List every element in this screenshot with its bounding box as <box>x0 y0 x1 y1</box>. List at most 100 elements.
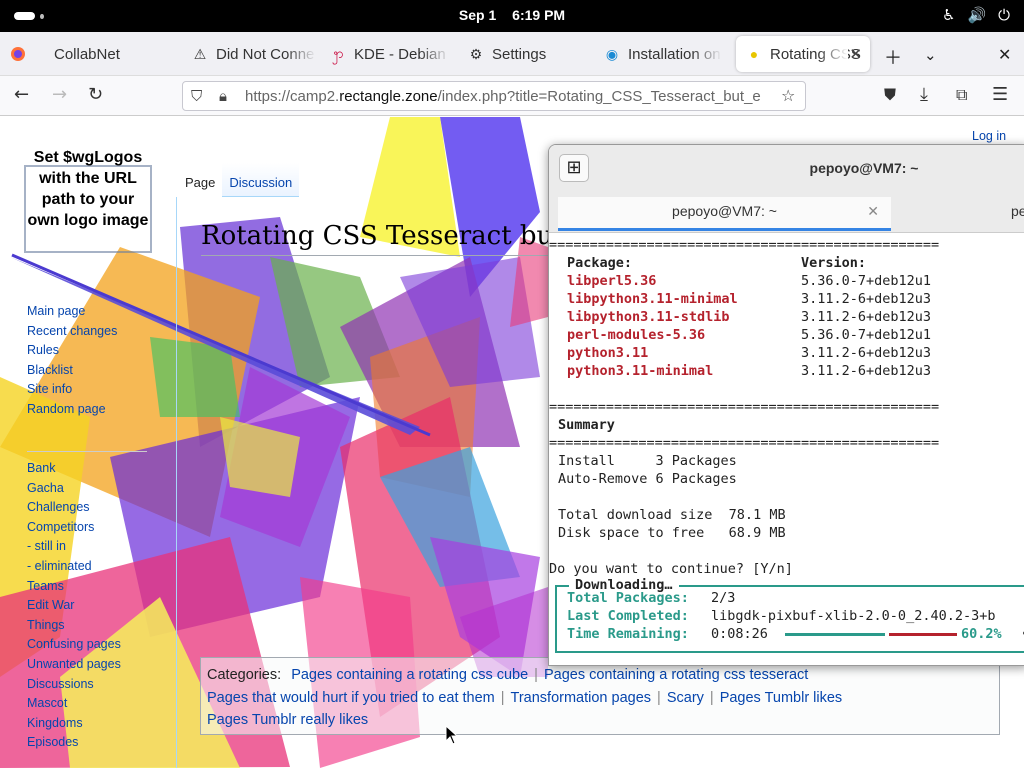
favicon-icon: ● <box>749 46 759 62</box>
separator-line: ========================================… <box>549 399 940 415</box>
sidebar-item-eliminated[interactable]: - eliminated <box>27 557 121 577</box>
sidebar-item-edit-war[interactable]: Edit War <box>27 596 121 616</box>
terminal-output[interactable]: ========================================… <box>549 234 1024 665</box>
package-name: perl-modules-5.36 <box>567 327 706 343</box>
tab-settings[interactable]: ⚙ Settings <box>468 36 588 72</box>
disk-space: Disk space to free 68.9 MB <box>558 525 786 541</box>
sidebar-item-site-info[interactable]: Site info <box>27 380 117 400</box>
package-version: 3.11.2-6+deb12u3 <box>801 291 932 307</box>
url-prefix: https://camp2. <box>245 88 340 105</box>
logo-text: Set $wgLogos with the URL path to your o… <box>27 149 149 229</box>
category-link[interactable]: Pages Tumblr likes <box>720 690 843 706</box>
category-link[interactable]: Pages Tumblr really likes <box>207 712 368 728</box>
tab-page[interactable]: Page <box>178 163 223 197</box>
url-text[interactable]: https://camp2.rectangle.zone/index.php?t… <box>245 88 770 105</box>
sidebar-item-competitors[interactable]: Competitors <box>27 518 121 538</box>
tab-list-chevron-down-icon[interactable]: ⌄ <box>924 46 937 64</box>
category-box: Categories: Pages containing a rotating … <box>200 657 1000 735</box>
sidebar-item-random-page[interactable]: Random page <box>27 400 117 420</box>
sidebar-item-recent-changes[interactable]: Recent changes <box>27 322 117 342</box>
firefox-icon <box>10 46 26 62</box>
url-domain: rectangle.zone <box>339 88 438 105</box>
package-name: libpython3.11-stdlib <box>567 309 730 325</box>
category-link[interactable]: Transformation pages <box>511 690 652 706</box>
globe-icon: ◉ <box>605 45 619 62</box>
firefox-menu[interactable] <box>10 36 30 72</box>
volume-icon[interactable]: 🔊 <box>967 6 986 24</box>
sidebar-item-still-in[interactable]: - still in <box>27 537 121 557</box>
downloads-icon[interactable]: ⤓ <box>920 84 928 105</box>
tab-rotating-css[interactable]: ● Rotating CSS ✕ <box>736 36 870 72</box>
tab-discussion[interactable]: Discussion <box>222 163 300 197</box>
package-version: 3.11.2-6+deb12u3 <box>801 309 932 325</box>
time-remaining-value: 0:08:26 <box>711 626 768 642</box>
system-tray[interactable]: ♿ 🔊 ⏻ <box>942 6 1010 24</box>
sidebar-item-blacklist[interactable]: Blacklist <box>27 361 117 381</box>
page-title: Rotating CSS Tesseract but ev <box>201 221 603 251</box>
sidebar-item-bank[interactable]: Bank <box>27 459 121 479</box>
package-name: libperl5.36 <box>567 273 657 289</box>
last-completed-value: libgdk-pixbuf-xlib-2.0-0_2.40.2-3+b <box>711 608 996 624</box>
tab-collabnet[interactable]: CollabNet <box>54 36 174 72</box>
time-remaining-label: Time Remaining: <box>567 626 689 642</box>
install-count: Install 3 Packages <box>558 453 737 469</box>
back-arrow-icon[interactable]: ← <box>14 84 29 105</box>
close-tab-icon[interactable]: ✕ <box>849 45 862 63</box>
hamburger-menu-icon[interactable]: ☰ <box>992 84 1008 105</box>
url-bar[interactable]: ⛉ 🔒︎ https://camp2.rectangle.zone/index.… <box>182 81 806 111</box>
total-packages-label: Total Packages: <box>567 590 689 606</box>
url-path: /index.php?title=Rotating_CSS_Tesseract_… <box>437 88 761 105</box>
tracking-shield-icon[interactable]: ⛉ <box>191 87 202 105</box>
new-tab-icon[interactable]: ＋ <box>884 44 902 70</box>
clock[interactable]: Sep 1 6:19 PM <box>0 7 1024 23</box>
version-header: Version: <box>801 255 867 271</box>
sidebar-item-challenges[interactable]: Challenges <box>27 498 121 518</box>
sidebar-item-kingdoms[interactable]: Kingdoms <box>27 714 121 734</box>
sidebar-item-gacha[interactable]: Gacha <box>27 479 121 499</box>
sidebar-divider <box>27 451 147 452</box>
terminal-window[interactable]: ⊞ pepoyo@VM7: ~ pepoyo@VM7: ~ ✕ pe =====… <box>548 144 1024 666</box>
terminal-title: pepoyo@VM7: ~ <box>809 160 919 176</box>
lock-icon[interactable]: 🔒︎ <box>219 87 227 105</box>
sidebar-item-main-page[interactable]: Main page <box>27 302 117 322</box>
terminal-headerbar[interactable]: ⊞ pepoyo@VM7: ~ <box>549 145 1024 191</box>
sidebar-item-rules[interactable]: Rules <box>27 341 117 361</box>
close-window-icon[interactable]: ✕ <box>998 45 1011 64</box>
terminal-tab-active[interactable]: pepoyo@VM7: ~ ✕ <box>558 197 891 231</box>
tab-did-not-connect[interactable]: ⚠ Did Not Conne <box>192 36 316 72</box>
category-link[interactable]: Scary <box>667 690 704 706</box>
content-border <box>176 197 177 768</box>
tab-label: CollabNet <box>54 45 120 63</box>
terminal-tab-second[interactable]: pe <box>1011 197 1024 225</box>
category-link[interactable]: Pages containing a rotating css tesserac… <box>544 667 808 683</box>
package-version: 5.36.0-7+deb12u1 <box>801 273 932 289</box>
sidebar-item-mascot[interactable]: Mascot <box>27 694 121 714</box>
sidebar-item-unwanted-pages[interactable]: Unwanted pages <box>27 655 121 675</box>
login-link[interactable]: Log in <box>972 129 1006 143</box>
sidebar-navigation: Main page Recent changes Rules Blacklist… <box>27 302 117 420</box>
forward-arrow-icon[interactable]: → <box>52 84 67 105</box>
category-link[interactable]: Pages that would hurt if you tried to ea… <box>207 690 495 706</box>
sidebar-item-discussions[interactable]: Discussions <box>27 675 121 695</box>
tab-installation[interactable]: ◉ Installation on <box>604 36 722 72</box>
warning-icon: ⚠ <box>193 45 207 62</box>
sidebar-item-teams[interactable]: Teams <box>27 577 121 597</box>
site-logo[interactable]: Set $wgLogos with the URL path to your o… <box>24 147 152 253</box>
extensions-icon[interactable]: ⧉ <box>956 85 967 105</box>
terminal-tab-label: pepoyo@VM7: ~ <box>672 203 777 219</box>
package-version: 3.11.2-6+deb12u3 <box>801 363 932 379</box>
reload-icon[interactable]: ↻ <box>88 84 103 105</box>
power-icon[interactable]: ⏻ <box>998 6 1010 24</box>
category-link[interactable]: Pages containing a rotating css cube <box>291 667 528 683</box>
sidebar-item-episodes[interactable]: Episodes <box>27 733 121 753</box>
tab-kde-debian[interactable]: ꩭ KDE - Debian W <box>330 36 450 72</box>
sidebar-item-confusing-pages[interactable]: Confusing pages <box>27 635 121 655</box>
bookmark-star-icon[interactable]: ☆ <box>781 86 795 105</box>
pocket-icon[interactable]: ⛊ <box>884 85 896 105</box>
close-icon[interactable]: ✕ <box>867 197 879 225</box>
sidebar-navigation-secondary: Bank Gacha Challenges Competitors - stil… <box>27 459 121 753</box>
sidebar-item-things[interactable]: Things <box>27 616 121 636</box>
progress-bar-remaining <box>889 633 957 636</box>
accessibility-icon[interactable]: ♿ <box>942 6 955 24</box>
download-progress-box: Downloading… Total Packages: 2/3 Last Co… <box>555 576 1024 653</box>
